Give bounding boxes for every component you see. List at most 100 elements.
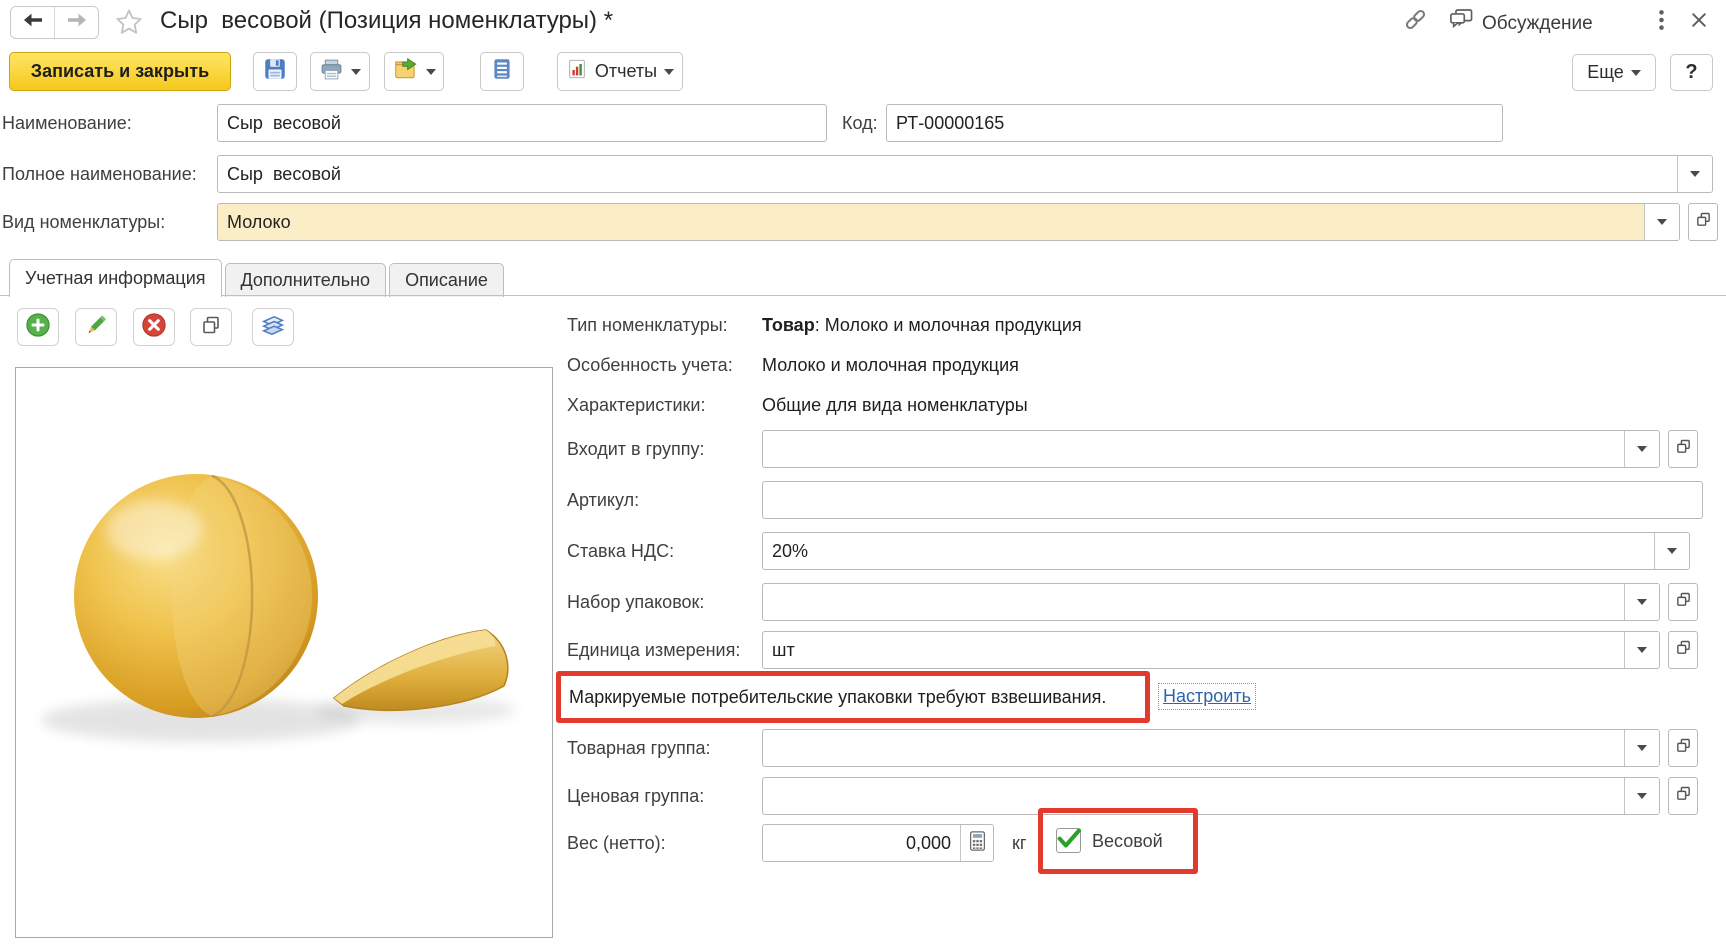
print-dropdown-icon — [351, 69, 361, 75]
product-group-dropdown-button[interactable] — [1624, 730, 1659, 766]
image-edit-button[interactable] — [75, 308, 117, 346]
get-link-button[interactable] — [1398, 6, 1432, 38]
more-label: Еще — [1587, 62, 1624, 83]
unit-dropdown-button[interactable] — [1624, 632, 1659, 668]
packaging-open-button[interactable] — [1668, 583, 1698, 621]
weight-field — [762, 824, 994, 862]
weighted-checkbox-label[interactable]: Весовой — [1092, 822, 1163, 860]
menu-kebab-button[interactable] — [1644, 6, 1678, 38]
open-file-dropdown-icon — [426, 69, 436, 75]
image-copy-list-button[interactable] — [252, 308, 294, 346]
packaging-input[interactable] — [763, 584, 1624, 620]
full-name-dropdown-button[interactable] — [1677, 156, 1712, 192]
discussion-button[interactable] — [1444, 6, 1478, 38]
weight-input[interactable] — [763, 825, 960, 861]
article-input[interactable] — [762, 481, 1703, 519]
help-button[interactable]: ? — [1670, 54, 1713, 91]
image-copy-button[interactable] — [190, 308, 232, 346]
add-icon — [24, 311, 52, 344]
product-group-label: Товарная группа: — [567, 729, 711, 767]
unit-open-button[interactable] — [1668, 631, 1698, 669]
marking-notice-text: Маркируемые потребительские упаковки тре… — [561, 687, 1106, 708]
product-group-open-button[interactable] — [1668, 729, 1698, 767]
tab-description[interactable]: Описание — [389, 263, 504, 297]
reports-label: Отчеты — [595, 61, 657, 82]
open-file-icon — [393, 56, 419, 87]
kind-field — [217, 203, 1680, 241]
unit-input[interactable] — [763, 632, 1624, 668]
group-label: Входит в группу: — [567, 430, 704, 468]
back-icon — [21, 8, 45, 37]
open-file-button[interactable] — [384, 52, 444, 91]
marking-notice-highlight: Маркируемые потребительские упаковки тре… — [556, 671, 1150, 723]
group-input[interactable] — [763, 431, 1624, 467]
image-delete-button[interactable] — [133, 308, 175, 346]
dropdown-icon — [1637, 599, 1647, 605]
back-button[interactable] — [11, 7, 54, 38]
save-and-close-button[interactable]: Записать и закрыть — [9, 52, 231, 91]
more-dropdown-icon — [1631, 70, 1641, 76]
save-button[interactable] — [253, 52, 297, 91]
price-group-field — [762, 777, 1660, 815]
tab-bar: Учетная информация Дополнительно Описани… — [9, 259, 507, 297]
full-name-label: Полное наименование: — [2, 155, 197, 193]
reports-dropdown-icon — [664, 69, 674, 75]
price-group-input[interactable] — [763, 778, 1624, 814]
group-open-button[interactable] — [1668, 430, 1698, 468]
packaging-dropdown-button[interactable] — [1624, 584, 1659, 620]
vat-label: Ставка НДС: — [567, 532, 674, 570]
check-icon — [1054, 823, 1084, 853]
kind-input[interactable] — [218, 204, 1644, 240]
vat-dropdown-button[interactable] — [1654, 533, 1689, 569]
group-dropdown-button[interactable] — [1624, 431, 1659, 467]
product-group-input[interactable] — [763, 730, 1624, 766]
register-button[interactable] — [480, 52, 524, 91]
edit-icon — [82, 311, 110, 344]
calculator-icon — [968, 830, 987, 857]
tab-accounting-info[interactable]: Учетная информация — [9, 259, 222, 297]
weight-calculator-button[interactable] — [960, 825, 993, 861]
accounting-label: Особенность учета: — [567, 355, 733, 376]
type-value: Товар: Молоко и молочная продукция — [762, 315, 1082, 336]
print-icon — [319, 57, 344, 87]
help-label: ? — [1685, 61, 1697, 84]
kind-open-button[interactable] — [1688, 203, 1718, 241]
unit-field — [762, 631, 1660, 669]
name-input[interactable] — [217, 104, 827, 142]
copy-list-icon — [259, 311, 287, 344]
image-add-button[interactable] — [17, 308, 59, 346]
full-name-field — [217, 155, 1713, 193]
favorite-star-icon[interactable] — [114, 7, 144, 42]
item-form-window: Сыр весовой (Позиция номенклатуры) * Обс… — [0, 0, 1726, 944]
accounting-value: Молоко и молочная продукция — [762, 355, 1019, 376]
full-name-input[interactable] — [218, 156, 1677, 192]
kind-dropdown-button[interactable] — [1644, 204, 1679, 240]
close-button[interactable] — [1682, 6, 1716, 38]
type-value-rest: : Молоко и молочная продукция — [815, 315, 1082, 335]
marking-configure-link[interactable]: Настроить — [1158, 683, 1256, 710]
article-label: Артикул: — [567, 481, 639, 519]
tab-additional[interactable]: Дополнительно — [225, 263, 387, 297]
register-icon — [489, 56, 515, 87]
weighted-checkbox[interactable] — [1056, 828, 1081, 853]
dropdown-icon — [1657, 219, 1667, 225]
save-and-close-label: Записать и закрыть — [31, 61, 209, 82]
discussion-label[interactable]: Обсуждение — [1482, 13, 1593, 35]
forward-button[interactable] — [54, 7, 98, 38]
close-icon — [1689, 10, 1709, 35]
dropdown-icon — [1637, 446, 1647, 452]
price-group-label: Ценовая группа: — [567, 777, 704, 815]
packaging-field — [762, 583, 1660, 621]
open-field-icon — [1675, 438, 1692, 460]
print-button[interactable] — [310, 52, 370, 91]
price-group-open-button[interactable] — [1668, 777, 1698, 815]
price-group-dropdown-button[interactable] — [1624, 778, 1659, 814]
more-button[interactable]: Еще — [1572, 54, 1656, 91]
type-value-bold: Товар — [762, 315, 815, 335]
forward-icon — [65, 8, 89, 37]
reports-button[interactable]: Отчеты — [557, 52, 683, 91]
product-group-field — [762, 729, 1660, 767]
vat-input[interactable] — [763, 533, 1654, 569]
code-input[interactable] — [886, 104, 1503, 142]
open-field-icon — [1675, 737, 1692, 759]
